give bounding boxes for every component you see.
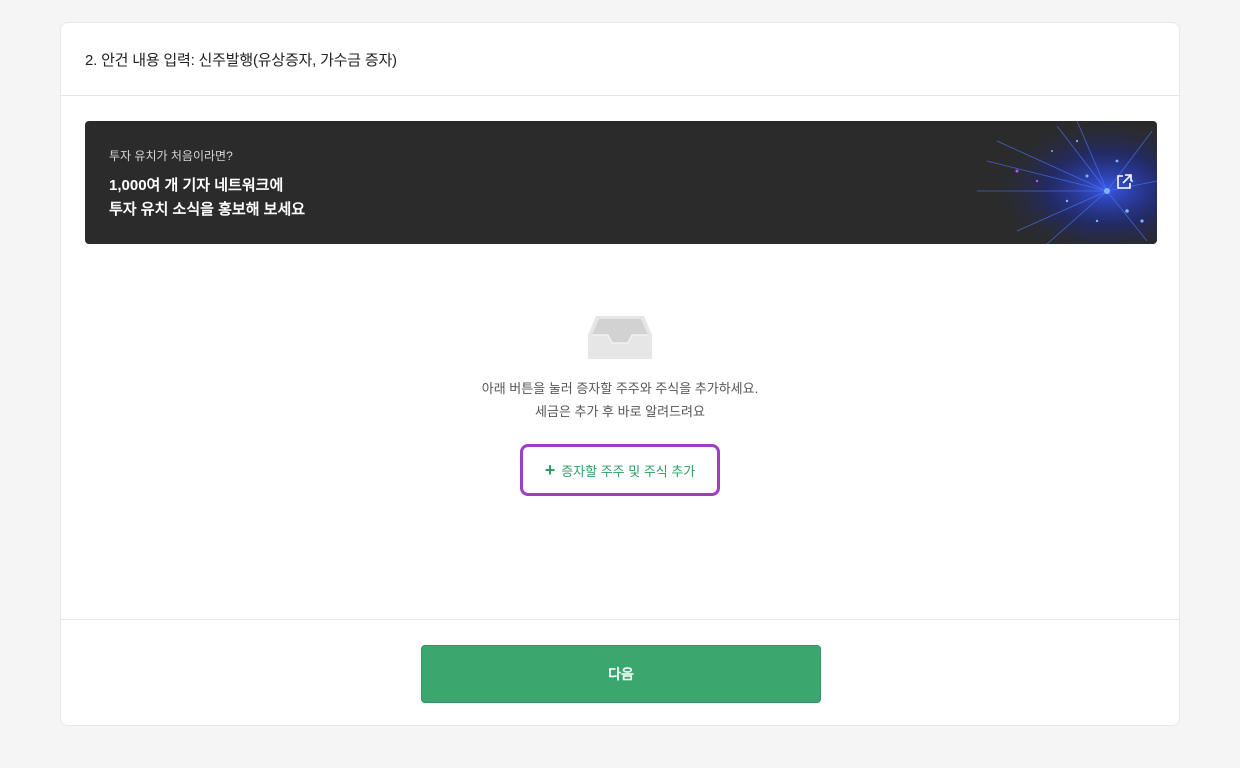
- empty-state: 아래 버튼을 눌러 증자할 주주와 주식을 추가하세요. 세금은 추가 후 바로…: [61, 313, 1179, 496]
- empty-message-line1: 아래 버튼을 눌러 증자할 주주와 주식을 추가하세요.: [481, 381, 759, 396]
- agenda-input-card: 2. 안건 내용 입력: 신주발행(유상증자, 가수금 증자) 투자 유치가 처…: [60, 22, 1180, 726]
- plus-icon: +: [544, 460, 556, 480]
- banner-headline-line1: 1,000여 개 기자 네트워크에: [109, 177, 284, 194]
- banner-subtitle: 투자 유치가 처음이라면?: [109, 149, 233, 163]
- inbox-icon: [588, 316, 652, 359]
- add-shareholder-stock-button[interactable]: + 증자할 주주 및 주식 추가: [520, 444, 720, 496]
- empty-message: 아래 버튼을 눌러 증자할 주주와 주식을 추가하세요. 세금은 추가 후 바로…: [61, 377, 1179, 423]
- empty-message-line2: 세금은 추가 후 바로 알려드려요: [535, 404, 705, 419]
- banner-headline-line2: 투자 유치 소식을 홍보해 보세요: [109, 201, 306, 218]
- card-footer: 다음: [61, 619, 1179, 727]
- page-title: 2. 안건 내용 입력: 신주발행(유상증자, 가수금 증자): [85, 51, 397, 69]
- promo-banner[interactable]: 투자 유치가 처음이라면? 1,000여 개 기자 네트워크에 투자 유치 소식…: [85, 121, 1157, 244]
- card-header: 2. 안건 내용 입력: 신주발행(유상증자, 가수금 증자): [61, 23, 1179, 96]
- external-link-icon[interactable]: [1115, 173, 1133, 191]
- add-button-label: 증자할 주주 및 주식 추가: [561, 463, 696, 479]
- next-button[interactable]: 다음: [421, 645, 821, 703]
- banner-text: 투자 유치가 처음이라면? 1,000여 개 기자 네트워크에 투자 유치 소식…: [109, 147, 305, 222]
